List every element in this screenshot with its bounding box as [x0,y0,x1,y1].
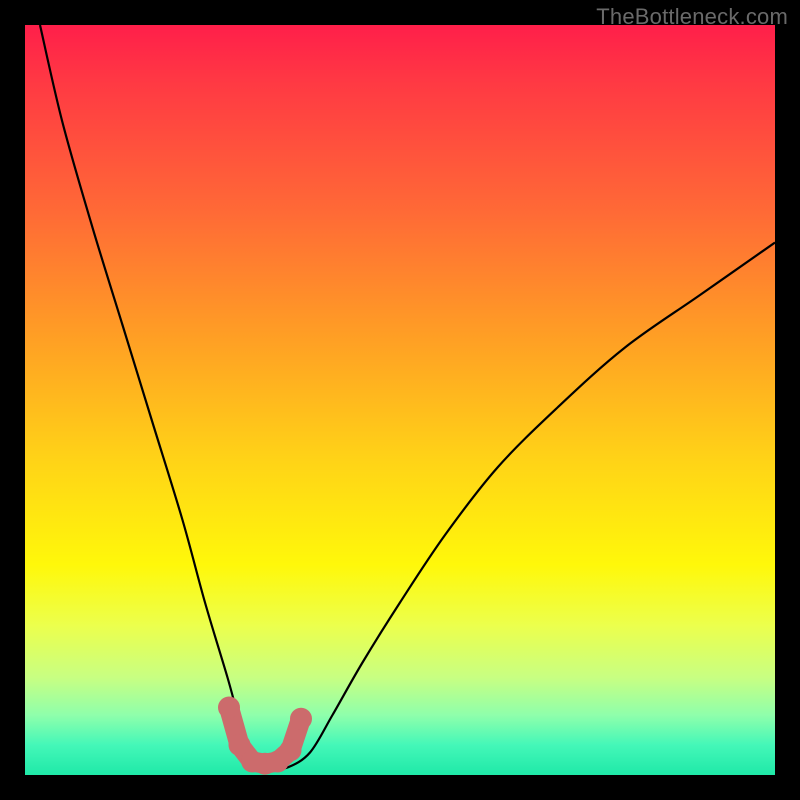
chart-plot-area [25,25,775,775]
bottleneck-curve-svg [25,25,775,775]
bottleneck-curve [40,25,775,769]
highlight-dot [218,697,240,719]
highlight-dot [290,708,312,730]
highlight-dot [280,739,302,761]
watermark-text: TheBottleneck.com [596,4,788,30]
